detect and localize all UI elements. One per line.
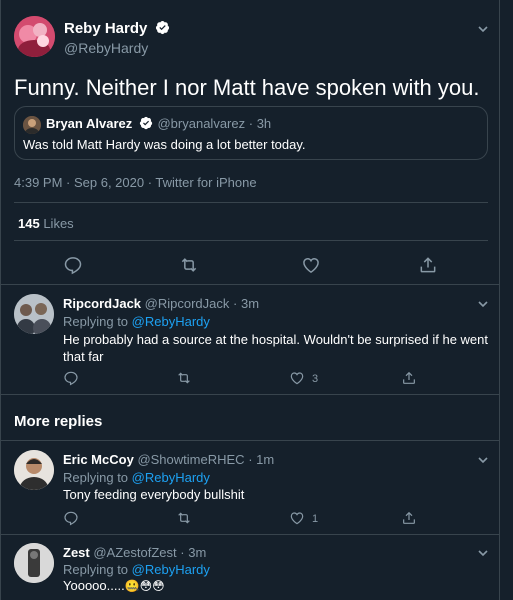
quoted-author-avatar xyxy=(23,116,41,134)
retweet-icon[interactable] xyxy=(176,510,196,530)
like-count: 1 xyxy=(312,513,319,525)
reply-time[interactable]: 3m xyxy=(241,296,259,311)
reply-author-handle[interactable]: @RipcordJack xyxy=(145,296,230,311)
divider xyxy=(1,394,501,395)
reply-icon[interactable] xyxy=(63,370,83,390)
tweet-text: Funny. Neither I nor Matt have spoken wi… xyxy=(14,75,480,100)
divider xyxy=(14,202,488,203)
reply-author-name[interactable]: RipcordJack xyxy=(63,296,141,311)
share-icon[interactable] xyxy=(401,370,421,390)
like-icon[interactable] xyxy=(289,370,309,390)
chevron-down-icon[interactable] xyxy=(477,297,489,309)
reply-author-avatar[interactable] xyxy=(14,450,54,490)
tweet-timestamp[interactable]: 4:39 PM · Sep 6, 2020 · Twitter for iPho… xyxy=(14,175,257,190)
chevron-down-icon[interactable] xyxy=(477,453,489,465)
reply-author-name[interactable]: Zest xyxy=(63,545,90,560)
divider xyxy=(14,240,488,241)
reply-text: Yooooo..... xyxy=(63,578,125,593)
share-icon[interactable] xyxy=(401,510,421,530)
reply-text-line: He probably had a source at the hospital… xyxy=(63,332,488,347)
share-icon[interactable] xyxy=(418,255,438,275)
replying-to-handle[interactable]: @RebyHardy xyxy=(132,470,210,485)
verified-badge-icon xyxy=(155,20,170,35)
reply-text: He probably had a source at the hospital… xyxy=(63,331,488,365)
chevron-down-icon[interactable] xyxy=(477,22,489,34)
emoji-sequence: 🤐😳😳 xyxy=(124,579,165,593)
scrollbar[interactable] xyxy=(500,0,513,600)
likes-count: 145 xyxy=(18,216,40,231)
reply-author-handle[interactable]: @ShowtimeRHEC xyxy=(137,452,244,467)
likes-stat[interactable]: 145 Likes xyxy=(18,216,74,231)
reply-icon[interactable] xyxy=(63,510,83,530)
separator-dot: · xyxy=(248,452,253,467)
divider xyxy=(1,284,501,285)
reply-author-avatar[interactable] xyxy=(14,294,54,334)
chevron-down-icon[interactable] xyxy=(477,546,489,558)
reply-time[interactable]: 1m xyxy=(256,452,274,467)
retweet-icon[interactable] xyxy=(176,370,196,390)
author-name[interactable]: Reby Hardy xyxy=(64,20,147,37)
separator-dot: · xyxy=(180,545,185,560)
replying-to-label: Replying to xyxy=(63,470,129,485)
more-replies-heading: More replies xyxy=(14,413,103,430)
like-count: 3 xyxy=(312,373,319,385)
reply-text: Tony feeding everybody bullshit xyxy=(63,487,245,502)
replying-to-label: Replying to xyxy=(63,562,129,577)
reply-author-handle[interactable]: @AZestofZest xyxy=(93,545,176,560)
replying-to-handle[interactable]: @RebyHardy xyxy=(132,562,210,577)
reply-author-name[interactable]: Eric McCoy xyxy=(63,452,134,467)
likes-label: Likes xyxy=(43,216,74,231)
quoted-text: Was told Matt Hardy was doing a lot bett… xyxy=(23,137,306,152)
separator-dot: · xyxy=(248,116,254,131)
reply-text-line: that far xyxy=(63,349,104,364)
divider xyxy=(1,534,501,535)
reply-icon[interactable] xyxy=(63,255,83,275)
quoted-author-handle: @bryanalvarez xyxy=(157,116,246,131)
replying-to-handle[interactable]: @RebyHardy xyxy=(132,314,210,329)
retweet-icon[interactable] xyxy=(179,255,199,275)
author-handle[interactable]: @RebyHardy xyxy=(64,40,148,56)
divider xyxy=(1,440,501,441)
reply-author-avatar[interactable] xyxy=(14,543,54,583)
like-icon[interactable] xyxy=(289,510,309,530)
quoted-time: 3h xyxy=(256,116,272,131)
verified-badge-icon xyxy=(139,116,154,131)
reply-time[interactable]: 3m xyxy=(188,545,206,560)
like-icon[interactable] xyxy=(301,255,321,275)
replying-to-label: Replying to xyxy=(63,314,129,329)
separator-dot: · xyxy=(233,296,238,311)
quoted-tweet-card[interactable]: Bryan Alvarez @bryanalvarez · 3h Was tol… xyxy=(14,106,488,160)
tweet-thread-column: Reby Hardy @RebyHardy Funny. Neither I n… xyxy=(0,0,501,600)
quoted-author-name: Bryan Alvarez xyxy=(46,116,133,131)
author-avatar[interactable] xyxy=(14,16,55,57)
